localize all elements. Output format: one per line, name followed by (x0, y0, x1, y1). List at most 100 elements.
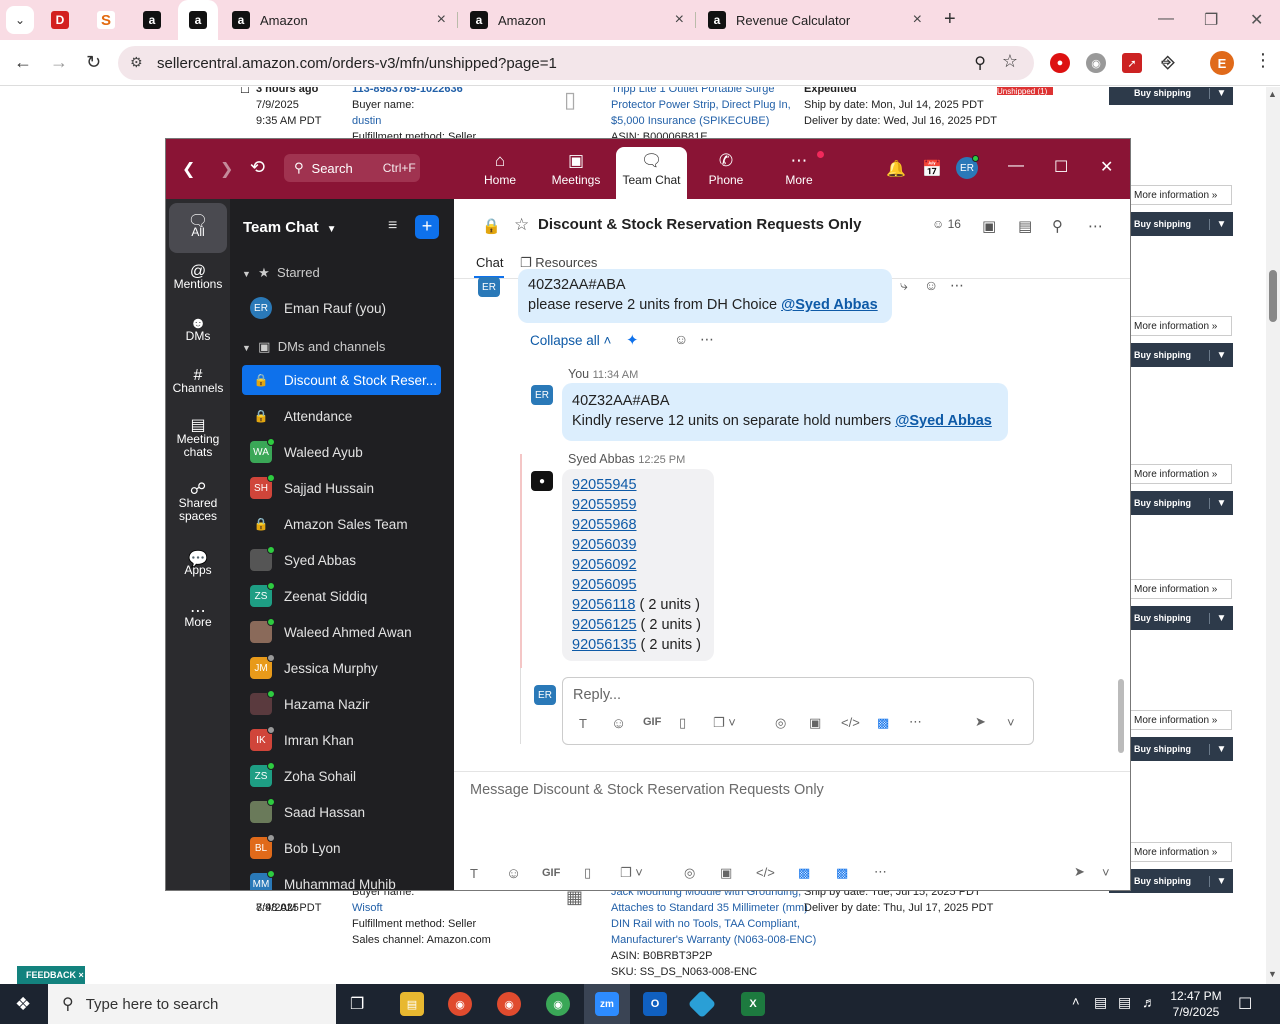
order-checkbox[interactable]: ☐ (240, 87, 250, 96)
hold-number-link[interactable]: 92055959 (572, 497, 637, 513)
history-icon[interactable]: ⟲ (250, 157, 265, 178)
rail-dms[interactable]: ☻ DMs (169, 307, 227, 357)
microphone-icon[interactable]: ◎ (684, 865, 695, 881)
new-chat-button[interactable]: + (415, 215, 439, 239)
chat-list-title[interactable]: Team Chat ▼ (243, 219, 336, 236)
forward-chevron-icon[interactable]: ❯ (220, 159, 233, 179)
minimize-icon[interactable]: — (1008, 157, 1024, 175)
rail-channels[interactable]: # Channels (169, 359, 227, 409)
new-tab-plus-icon[interactable]: + (944, 8, 956, 31)
file-icon[interactable]: ▯ (584, 865, 591, 881)
site-info-icon[interactable]: ⚙ (130, 54, 143, 71)
close-icon[interactable]: × (437, 11, 446, 29)
chrome-icon[interactable]: ◉ (448, 992, 472, 1016)
zoom-search-bar[interactable]: ⚲ Search Ctrl+F (284, 154, 420, 182)
whiteboard-icon[interactable]: ▩ (836, 865, 848, 881)
chrome-profile-icon[interactable]: ◉ (497, 992, 521, 1016)
section-dms-and-channels[interactable]: ▼ ▣ DMs and channels (242, 339, 385, 355)
chevron-down-icon[interactable]: ▼ (1209, 612, 1233, 624)
product-title-line3[interactable]: DIN Rail with no Tools, TAA Compliant, (611, 918, 800, 930)
dm-item[interactable]: BL Bob Lyon (242, 833, 441, 863)
bell-icon[interactable]: 🔔 (886, 159, 906, 179)
restore-icon[interactable]: ❐ (1204, 10, 1218, 30)
app-icon[interactable]: ▩ (877, 715, 889, 731)
scroll-up-icon[interactable]: ▲ (1268, 89, 1277, 99)
video-call-icon[interactable]: ▣ (982, 217, 996, 235)
hold-number-link[interactable]: 92056118 (572, 597, 635, 613)
tab-amazon-2[interactable]: a Amazon × (460, 0, 696, 40)
network-icon[interactable]: ▤ (1118, 994, 1131, 1011)
more-information-button[interactable]: More information » (1128, 710, 1232, 730)
back-chevron-icon[interactable]: ❮ (182, 159, 195, 179)
pinned-tab-amazon-active[interactable]: a (178, 0, 218, 40)
maximize-icon[interactable]: ☐ (1054, 157, 1068, 177)
rail-more[interactable]: ⋯ More (169, 593, 227, 643)
zoom-taskbar-active[interactable]: zm (584, 984, 630, 1024)
chevron-down-icon[interactable]: ▼ (1209, 349, 1233, 361)
windows-start-icon[interactable]: ❖ (15, 994, 31, 1015)
outlook-icon[interactable]: O (643, 992, 667, 1016)
close-icon[interactable]: × (675, 11, 684, 29)
tab-chat[interactable]: Chat (476, 255, 503, 270)
mention-link[interactable]: @Syed Abbas (895, 413, 992, 429)
close-window-icon[interactable]: ✕ (1250, 10, 1263, 30)
chevron-down-icon[interactable]: ▼ (1209, 87, 1233, 99)
product-title-line2[interactable]: Attaches to Standard 35 Millimeter (mm) (611, 902, 808, 914)
pinned-tab-dell[interactable]: D (48, 8, 72, 32)
volume-icon[interactable]: ♬ (1142, 994, 1156, 1010)
buyer-name-link[interactable]: dustin (352, 115, 381, 127)
more-options-icon[interactable]: ⋯ (874, 864, 887, 880)
tab-amazon-1[interactable]: a Amazon × (222, 0, 458, 40)
profile-avatar[interactable]: E (1210, 51, 1234, 75)
chevron-down-icon[interactable]: ˅ (1102, 865, 1110, 880)
task-view-icon[interactable]: ❐ (350, 994, 364, 1014)
chevron-down-icon[interactable]: ▼ (1209, 875, 1233, 887)
filter-icon[interactable]: ≡ (388, 217, 397, 235)
chevron-down-icon[interactable]: ▼ (1209, 497, 1233, 509)
close-icon[interactable]: × (913, 11, 922, 29)
extension-red-icon[interactable]: ● (1050, 53, 1070, 73)
buy-shipping-button[interactable]: Buy shipping ▼ (1109, 87, 1233, 105)
pinned-tab-s[interactable]: S (94, 8, 118, 32)
emoji-icon[interactable]: ☺ (506, 865, 521, 882)
scrollbar-thumb[interactable] (1269, 270, 1277, 322)
channel-item[interactable]: 🔒 Amazon Sales Team (242, 509, 441, 539)
hold-number-link[interactable]: 92055968 (572, 517, 637, 533)
hold-number-link[interactable]: 92056092 (572, 557, 637, 573)
tab-revenue-calculator[interactable]: a Revenue Calculator × (698, 0, 934, 40)
list-item-starred[interactable]: ER Eman Rauf (you) (242, 293, 441, 323)
product-title-line1[interactable]: Tripp Lite 1 Outlet Portable Surge (611, 87, 774, 95)
product-title-line3[interactable]: $5,000 Insurance (SPIKECUBE) (611, 115, 769, 127)
pinned-tab-amazon[interactable]: a (140, 8, 164, 32)
dm-item[interactable]: ZS Zeenat Siddiq (242, 581, 441, 611)
video-message-icon[interactable]: ▣ (720, 865, 732, 881)
tab-search-button[interactable]: ⌄ (6, 6, 34, 34)
app-icon[interactable]: ▩ (798, 865, 810, 881)
message-input[interactable]: Message Discount & Stock Reservation Req… (470, 782, 824, 798)
channel-item[interactable]: 🔒 Discount & Stock Reser... (242, 365, 441, 395)
hold-number-link[interactable]: 92055945 (572, 477, 637, 493)
rail-shared-spaces[interactable]: ☍ Shared spaces (169, 475, 227, 537)
dm-item[interactable]: Hazama Nazir (242, 689, 441, 719)
reply-input[interactable]: Reply... T ☺ GIF ▯ ❐ ˅ ◎ ▣ </> ▩ ⋯ ➤ ˅ (562, 677, 1034, 745)
emoji-icon[interactable]: ☺ (924, 277, 938, 293)
more-options-icon[interactable]: ⋯ (909, 714, 922, 730)
zoom-magnifier-icon[interactable]: ⚲ (974, 53, 986, 73)
nav-tab-meetings[interactable]: ▣ Meetings (540, 147, 612, 199)
more-options-icon[interactable]: ⋯ (1088, 217, 1103, 235)
more-options-icon[interactable]: ⋯ (700, 331, 714, 348)
more-information-button[interactable]: More information » (1128, 579, 1232, 599)
order-id-link[interactable]: 113-8983769-1022636 (352, 87, 463, 95)
star-outline-icon[interactable]: ☆ (514, 215, 529, 235)
gif-icon[interactable]: GIF (542, 867, 560, 879)
channel-item[interactable]: 🔒 Attendance (242, 401, 441, 431)
dm-item[interactable]: JM Jessica Murphy (242, 653, 441, 683)
file-icon[interactable]: ▯ (679, 715, 686, 731)
screenshot-icon[interactable]: ❐ ˅ (713, 715, 736, 731)
scroll-down-icon[interactable]: ▼ (1268, 969, 1277, 979)
dm-item[interactable]: Waleed Ahmed Awan (242, 617, 441, 647)
nav-tab-phone[interactable]: ✆ Phone (690, 147, 762, 199)
reply-icon[interactable]: ⤷ (900, 277, 908, 294)
code-snippet-icon[interactable]: </> (841, 715, 860, 730)
section-starred[interactable]: ▼ ★ Starred (242, 265, 320, 281)
